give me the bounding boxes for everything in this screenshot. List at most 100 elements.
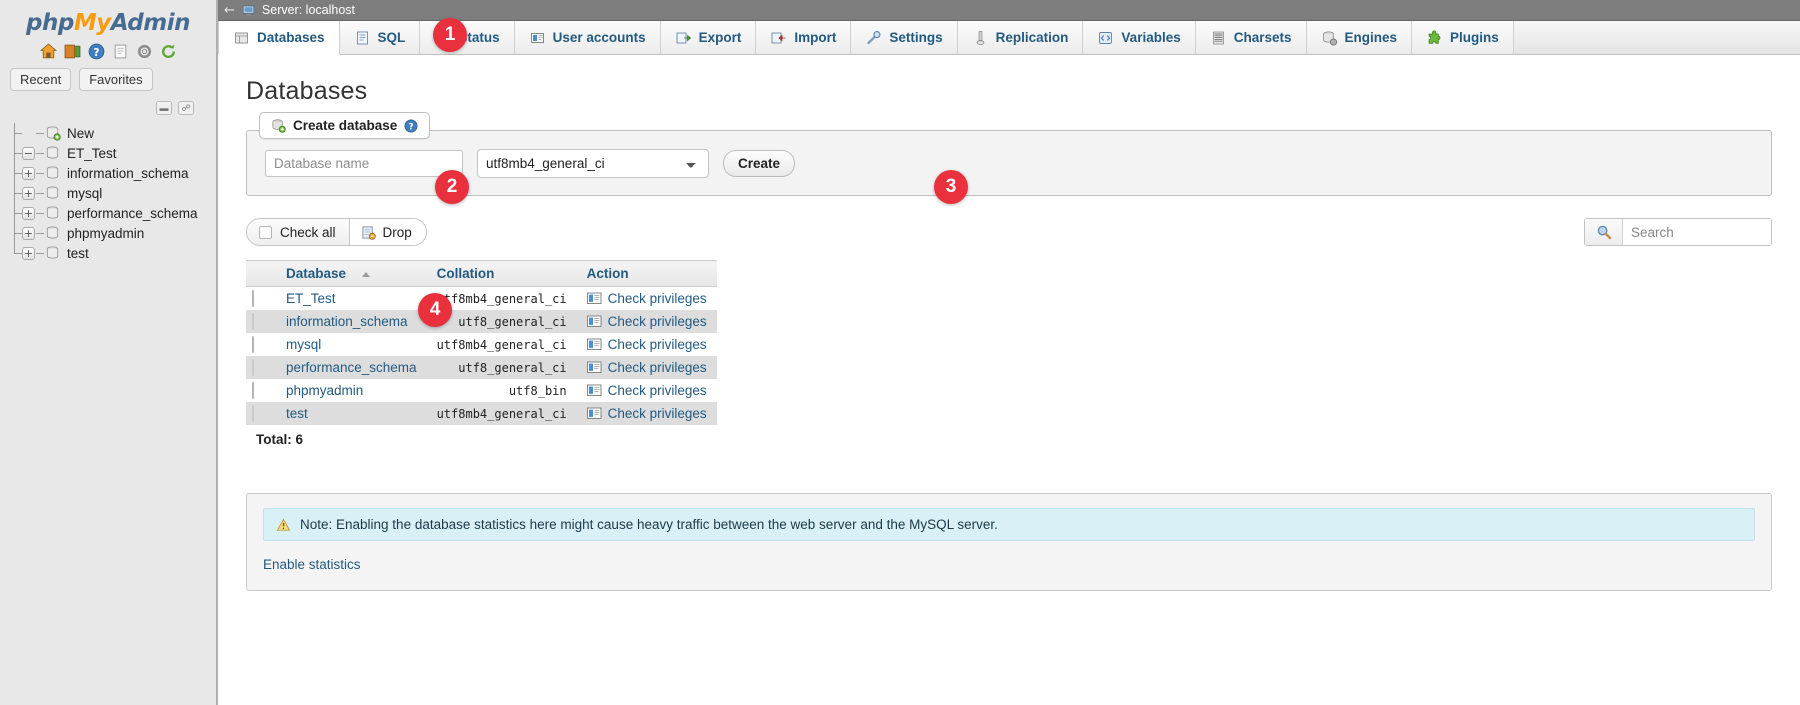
table-row: testutf8mb4_general_ciCheck privileges xyxy=(246,402,717,425)
tab-replication[interactable]: Replication xyxy=(958,21,1084,54)
check-privileges-label: Check privileges xyxy=(608,360,707,375)
row-checkbox[interactable] xyxy=(252,405,254,422)
database-link[interactable]: phpmyadmin xyxy=(286,383,363,398)
tree-item-mysql[interactable]: +mysql xyxy=(8,183,216,203)
drop-button[interactable]: Drop xyxy=(350,219,426,245)
tab-export[interactable]: Export xyxy=(661,21,757,54)
expand-icon[interactable]: + xyxy=(22,167,35,180)
recent-button[interactable]: Recent xyxy=(10,68,71,91)
header-collation[interactable]: Collation xyxy=(427,261,577,287)
row-checkbox[interactable] xyxy=(252,336,254,353)
tab-engines[interactable]: Engines xyxy=(1307,21,1413,54)
tab-label: Databases xyxy=(257,30,325,45)
tree-item-phpmyadmin[interactable]: +phpmyadmin xyxy=(8,223,216,243)
help-icon[interactable]: ? xyxy=(404,119,418,133)
warning-icon xyxy=(276,518,291,532)
tab-user-accounts[interactable]: User accounts xyxy=(515,21,661,54)
expand-icon[interactable]: + xyxy=(22,207,35,220)
back-arrow-icon[interactable]: ← xyxy=(224,4,235,17)
settings-icon[interactable] xyxy=(136,43,153,60)
home-icon[interactable] xyxy=(40,43,57,60)
database-link[interactable]: performance_schema xyxy=(286,360,417,375)
privileges-icon xyxy=(587,338,602,351)
check-privileges-link[interactable]: Check privileges xyxy=(587,291,707,306)
header-collation-label: Collation xyxy=(437,266,495,281)
check-privileges-link[interactable]: Check privileges xyxy=(587,360,707,375)
row-checkbox[interactable] xyxy=(252,382,254,399)
new-db-icon xyxy=(44,125,61,141)
tree-connector xyxy=(36,253,44,254)
wiki-icon[interactable] xyxy=(112,43,129,60)
tab-label: Charsets xyxy=(1234,30,1292,45)
expand-icon[interactable]: + xyxy=(22,227,35,240)
phpmyadmin-logo[interactable]: phpMyAdmin xyxy=(0,0,216,40)
check-privileges-link[interactable]: Check privileges xyxy=(587,406,707,421)
row-checkbox-cell xyxy=(246,356,276,379)
statistics-panel: Note: Enabling the database statistics h… xyxy=(246,493,1772,591)
tab-variables[interactable]: Variables xyxy=(1083,21,1195,54)
row-checkbox-cell xyxy=(246,287,276,311)
reload-icon[interactable] xyxy=(160,43,177,60)
collapse-icon[interactable]: − xyxy=(22,147,35,160)
tree-item-New[interactable]: New xyxy=(8,123,216,143)
tab-label: Export xyxy=(699,30,742,45)
row-checkbox[interactable] xyxy=(252,290,254,307)
row-checkbox[interactable] xyxy=(252,313,254,330)
row-checkbox-cell xyxy=(246,379,276,402)
engines-icon xyxy=(1321,30,1338,46)
sql-icon xyxy=(354,30,371,46)
link-tree-icon[interactable]: ☍ xyxy=(178,101,194,115)
table-row: phpmyadminutf8_binCheck privileges xyxy=(246,379,717,402)
db-icon xyxy=(44,245,61,261)
enable-statistics-link[interactable]: Enable statistics xyxy=(263,557,361,572)
tab-plugins[interactable]: Plugins xyxy=(1412,21,1514,54)
database-link[interactable]: information_schema xyxy=(286,314,408,329)
page-title: Databases xyxy=(218,55,1800,122)
tab-sql[interactable]: SQL xyxy=(340,21,421,54)
check-drop-group: Check all Drop xyxy=(246,218,427,246)
tree-connector xyxy=(36,213,44,214)
svg-text:?: ? xyxy=(93,46,99,59)
check-privileges-link[interactable]: Check privileges xyxy=(587,383,707,398)
tree-item-test[interactable]: + test xyxy=(8,243,216,263)
check-privileges-link[interactable]: Check privileges xyxy=(587,314,707,329)
logout-icon[interactable] xyxy=(64,43,81,60)
row-checkbox[interactable] xyxy=(252,359,254,376)
check-privileges-link[interactable]: Check privileges xyxy=(587,337,707,352)
tab-charsets[interactable]: Charsets xyxy=(1196,21,1307,54)
expand-icon[interactable]: + xyxy=(22,187,35,200)
header-database[interactable]: Database xyxy=(276,261,427,287)
row-checkbox-cell xyxy=(246,333,276,356)
tab-label: Variables xyxy=(1121,30,1180,45)
recent-favorites-bar: Recent Favorites xyxy=(0,68,216,97)
create-button[interactable]: Create xyxy=(723,150,795,177)
tree-item-label: test xyxy=(67,246,89,261)
expand-icon[interactable]: + xyxy=(22,247,35,260)
tab-import[interactable]: Import xyxy=(756,21,851,54)
tab-databases[interactable]: Databases xyxy=(218,21,340,55)
database-link[interactable]: mysql xyxy=(286,337,321,352)
check-privileges-label: Check privileges xyxy=(608,291,707,306)
database-link[interactable]: test xyxy=(286,406,308,421)
docs-icon[interactable]: ? xyxy=(88,43,105,60)
tab-settings[interactable]: Settings xyxy=(851,21,957,54)
tree-rail xyxy=(8,203,22,223)
tree-item-ET_Test[interactable]: −ET_Test xyxy=(8,143,216,163)
create-database-title: Create database xyxy=(293,118,397,133)
database-link[interactable]: ET_Test xyxy=(286,291,336,306)
settings-wrench-icon xyxy=(865,30,882,46)
tree-connector xyxy=(36,133,44,134)
check-all-checkbox[interactable] xyxy=(259,226,272,239)
check-all-button[interactable]: Check all xyxy=(247,219,350,245)
tree-item-information_schema[interactable]: +information_schema xyxy=(8,163,216,183)
search-input[interactable] xyxy=(1623,219,1771,245)
collapse-all-icon[interactable]: ▬ xyxy=(156,101,172,115)
tree-connector xyxy=(36,193,44,194)
collation-cell: utf8_general_ci xyxy=(427,356,577,379)
tree-item-performance_schema[interactable]: +performance_schema xyxy=(8,203,216,223)
collation-select[interactable]: utf8mb4_general_ciutf8_general_ciutf8_bi… xyxy=(477,149,709,178)
search-icon[interactable] xyxy=(1585,219,1623,245)
favorites-button[interactable]: Favorites xyxy=(79,68,152,91)
import-icon xyxy=(770,30,787,46)
database-name-input[interactable] xyxy=(265,150,463,177)
